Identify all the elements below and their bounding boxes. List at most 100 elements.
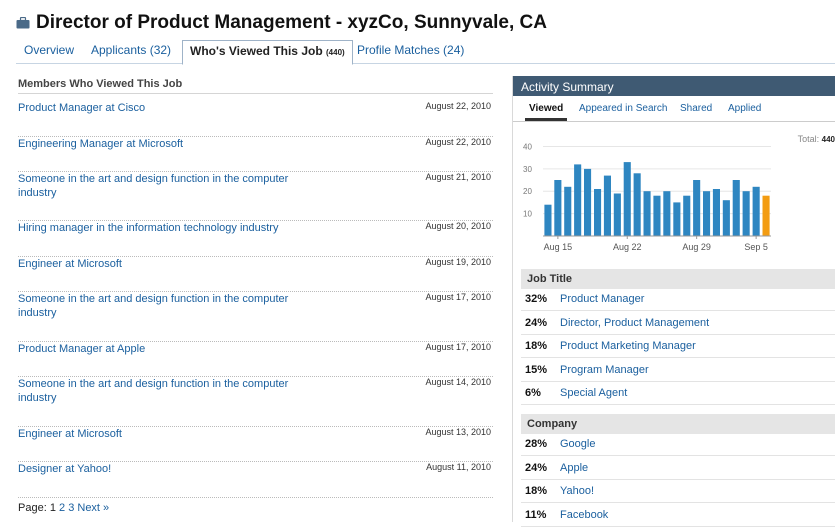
viewer-name-link[interactable]: Someone in the art and design function i… bbox=[18, 377, 308, 405]
viewers-panel: Members Who Viewed This Job Product Mana… bbox=[18, 78, 493, 514]
stat-label-link[interactable]: Yahoo! bbox=[560, 485, 594, 497]
chart-bar[interactable] bbox=[643, 191, 651, 236]
chart-bar[interactable] bbox=[703, 191, 711, 236]
chart-bar[interactable] bbox=[584, 168, 592, 236]
viewer-date: August 13, 2010 bbox=[425, 427, 491, 437]
stat-percent: 15% bbox=[525, 363, 548, 376]
viewer-name-link[interactable]: Engineering Manager at Microsoft bbox=[18, 137, 308, 151]
stat-percent: 24% bbox=[525, 316, 548, 329]
x-tick-label: Aug 29 bbox=[682, 242, 711, 252]
viewers-heading: Members Who Viewed This Job bbox=[18, 78, 493, 94]
pagination-label: Page: bbox=[18, 502, 47, 514]
chart-bar[interactable] bbox=[554, 180, 562, 236]
viewer-date: August 22, 2010 bbox=[425, 101, 491, 111]
viewer-row: Designer at Yahoo! August 11, 2010 bbox=[18, 462, 493, 498]
viewer-row: Hiring manager in the information techno… bbox=[18, 221, 493, 257]
chart-bar[interactable] bbox=[623, 162, 631, 236]
briefcase-icon bbox=[16, 17, 30, 29]
page-1[interactable]: 1 bbox=[50, 502, 56, 514]
stat-percent: 24% bbox=[525, 461, 548, 474]
x-tick-label: Sep 5 bbox=[744, 242, 768, 252]
chart-bar[interactable] bbox=[613, 193, 621, 237]
viewer-date: August 11, 2010 bbox=[426, 462, 491, 472]
stat-label-link[interactable]: Special Agent bbox=[560, 387, 627, 399]
chart-bar[interactable] bbox=[712, 189, 720, 236]
stat-label-link[interactable]: Product Manager bbox=[560, 293, 644, 305]
tab-whos-viewed[interactable]: Who's Viewed This Job (440) bbox=[182, 40, 353, 65]
viewer-name-link[interactable]: Product Manager at Apple bbox=[18, 342, 308, 356]
stat-label-link[interactable]: Apple bbox=[560, 462, 588, 474]
viewer-date: August 22, 2010 bbox=[425, 137, 491, 147]
chart-bar[interactable] bbox=[663, 191, 671, 236]
company-heading: Company bbox=[521, 414, 835, 434]
stat-label-link[interactable]: Director, Product Management bbox=[560, 317, 709, 329]
company-row: 18% Yahoo! bbox=[521, 480, 835, 503]
viewer-name-link[interactable]: Hiring manager in the information techno… bbox=[18, 221, 308, 235]
subtab-shared[interactable]: Shared bbox=[680, 103, 712, 114]
tab-whos-viewed-count: (440) bbox=[326, 48, 345, 57]
subtab-appeared-in-search[interactable]: Appeared in Search bbox=[579, 103, 667, 114]
chart-bar[interactable] bbox=[722, 200, 730, 236]
y-tick-label: 40 bbox=[523, 142, 532, 151]
viewer-row: Product Manager at Cisco August 22, 2010 bbox=[18, 101, 493, 137]
next-page-link[interactable]: Next » bbox=[77, 502, 109, 514]
page-3[interactable]: 3 bbox=[68, 502, 74, 514]
tab-applicants[interactable]: Applicants (32) bbox=[91, 43, 171, 57]
viewer-row: Someone in the art and design function i… bbox=[18, 292, 493, 342]
chart-bar[interactable] bbox=[564, 186, 572, 236]
company-row: 28% Google bbox=[521, 433, 835, 456]
job-title-row: 15% Program Manager bbox=[521, 359, 835, 382]
viewer-row: Product Manager at Apple August 17, 2010 bbox=[18, 342, 493, 377]
chart-bar[interactable] bbox=[742, 191, 750, 236]
viewer-name-link[interactable]: Someone in the art and design function i… bbox=[18, 292, 308, 320]
viewer-row: Someone in the art and design function i… bbox=[18, 172, 493, 221]
chart-bar[interactable] bbox=[594, 189, 602, 236]
viewer-name-link[interactable]: Engineer at Microsoft bbox=[18, 427, 308, 441]
subtab-applied[interactable]: Applied bbox=[728, 103, 761, 114]
viewer-name-link[interactable]: Designer at Yahoo! bbox=[18, 462, 308, 476]
chart-bar-current[interactable] bbox=[762, 195, 770, 236]
stat-percent: 28% bbox=[525, 438, 548, 450]
stat-percent: 32% bbox=[525, 293, 548, 305]
stat-label-link[interactable]: Program Manager bbox=[560, 364, 649, 376]
chart-bar[interactable] bbox=[544, 204, 552, 236]
stat-label-link[interactable]: Facebook bbox=[560, 509, 608, 521]
viewer-date: August 17, 2010 bbox=[425, 292, 491, 302]
stat-percent: 18% bbox=[525, 485, 548, 497]
chart-bar[interactable] bbox=[603, 175, 611, 236]
viewer-name-link[interactable]: Someone in the art and design function i… bbox=[18, 172, 308, 200]
activity-panel: Activity Summary Viewed Appeared in Sear… bbox=[512, 76, 835, 527]
subtab-divider bbox=[513, 121, 835, 122]
viewer-date: August 14, 2010 bbox=[425, 377, 491, 387]
job-title-row: 6% Special Agent bbox=[521, 382, 835, 405]
chart-bar[interactable] bbox=[574, 164, 582, 236]
chart-bar[interactable] bbox=[673, 202, 681, 236]
company-row: 24% Apple bbox=[521, 457, 835, 480]
y-tick-label: 20 bbox=[523, 187, 532, 196]
views-bar-chart: 10 20 30 40 Aug 15 Aug 22 Aug 29 Sep 5 bbox=[523, 142, 771, 252]
chart-bar[interactable] bbox=[633, 173, 641, 236]
chart-bar[interactable] bbox=[653, 195, 661, 236]
viewer-row: Someone in the art and design function i… bbox=[18, 377, 493, 427]
stat-label-link[interactable]: Google bbox=[560, 438, 595, 450]
viewer-row: Engineer at Microsoft August 19, 2010 bbox=[18, 257, 493, 292]
chart-bar[interactable] bbox=[683, 195, 691, 236]
job-title-row: 18% Product Marketing Manager bbox=[521, 335, 835, 358]
viewer-date: August 20, 2010 bbox=[425, 221, 491, 231]
stat-percent: 18% bbox=[525, 340, 548, 352]
chart-bar[interactable] bbox=[732, 180, 740, 236]
tab-overview[interactable]: Overview bbox=[24, 43, 74, 57]
chart-bar[interactable] bbox=[752, 186, 760, 236]
page-title: Director of Product Management - xyzCo, … bbox=[36, 12, 547, 33]
subtab-viewed[interactable]: Viewed bbox=[529, 103, 563, 114]
stat-label-link[interactable]: Product Marketing Manager bbox=[560, 340, 696, 352]
tab-whos-viewed-label: Who's Viewed This Job bbox=[190, 44, 323, 58]
x-tick-label: Aug 22 bbox=[613, 242, 642, 252]
viewer-row: Engineer at Microsoft August 13, 2010 bbox=[18, 427, 493, 462]
viewer-name-link[interactable]: Engineer at Microsoft bbox=[18, 257, 308, 271]
chart-bar[interactable] bbox=[693, 180, 701, 236]
y-tick-label: 30 bbox=[523, 165, 532, 174]
tab-profile-matches[interactable]: Profile Matches (24) bbox=[357, 43, 464, 57]
page-2[interactable]: 2 bbox=[59, 502, 65, 514]
viewer-name-link[interactable]: Product Manager at Cisco bbox=[18, 101, 308, 115]
